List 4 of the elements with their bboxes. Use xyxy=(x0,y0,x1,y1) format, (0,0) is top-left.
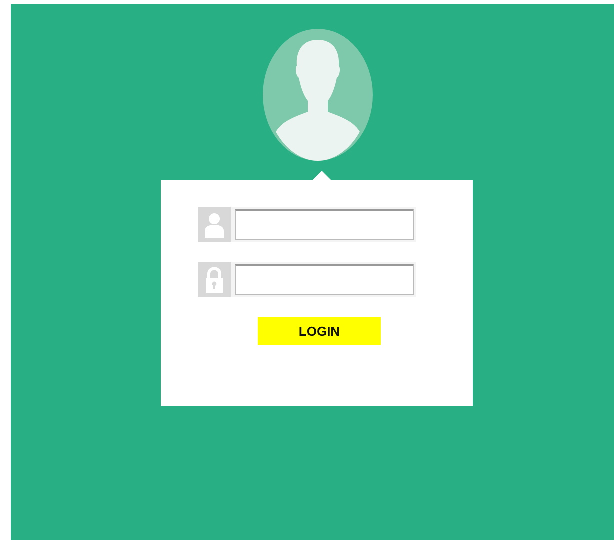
input-field[interactable] xyxy=(235,209,414,240)
input-field[interactable] xyxy=(235,264,414,295)
login-button[interactable]: LOGIN xyxy=(258,317,381,345)
avatar-icon xyxy=(262,28,374,162)
